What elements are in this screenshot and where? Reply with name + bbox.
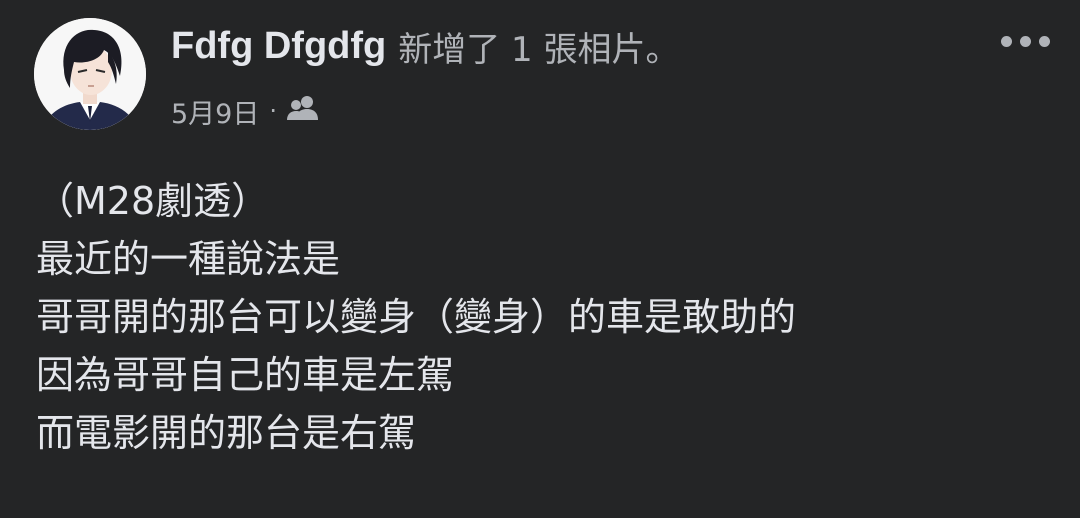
post-body-text: （M28劇透） 最近的一種說法是 哥哥開的那台可以變身（變身）的車是敢助的 因為… <box>36 172 1046 462</box>
more-dot <box>1019 35 1031 47</box>
post-header: Fdfg Dfgdfg 新增了 1 張相片。 <box>171 18 679 74</box>
post-card: Fdfg Dfgdfg 新增了 1 張相片。 5月9日 · （M28劇透） 最近… <box>0 0 1080 518</box>
more-dot <box>1000 35 1012 47</box>
post-text-line: 最近的一種說法是 <box>36 237 341 281</box>
post-date-link[interactable]: 5月9日 <box>171 92 259 131</box>
meta-separator: · <box>269 97 277 125</box>
friends-icon[interactable] <box>285 94 321 129</box>
post-meta: 5月9日 · <box>171 90 321 132</box>
more-dot <box>1038 35 1050 47</box>
post-text-line: （M28劇透） <box>36 179 270 223</box>
post-text-line: 而電影開的那台是右駕 <box>36 411 417 455</box>
profile-avatar-icon[interactable] <box>34 18 146 130</box>
post-action-text: 新增了 1 張相片。 <box>398 29 680 70</box>
author-name-link[interactable]: Fdfg Dfgdfg <box>171 25 386 68</box>
more-horizontal-icon[interactable] <box>990 24 1060 58</box>
post-text-line: 哥哥開的那台可以變身（變身）的車是敢助的 <box>36 295 797 339</box>
post-text-line: 因為哥哥自己的車是左駕 <box>36 353 455 397</box>
